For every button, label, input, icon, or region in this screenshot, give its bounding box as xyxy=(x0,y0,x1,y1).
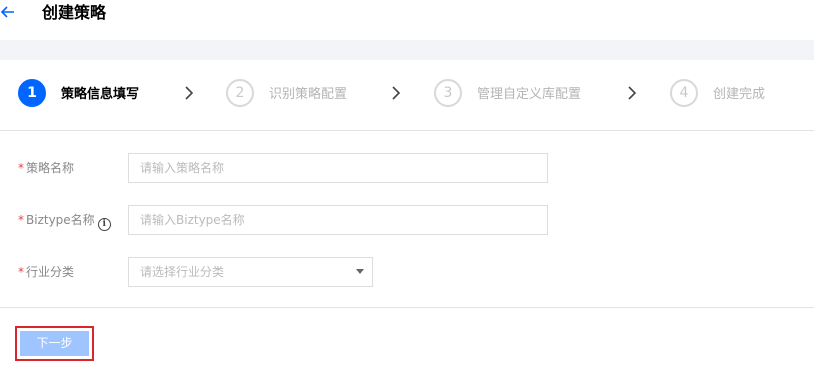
page-title: 创建策略 xyxy=(42,3,107,22)
required-mark: * xyxy=(18,265,24,279)
step-1-number: 1 xyxy=(18,79,46,107)
biztype-name-label: * Biztype名称 i xyxy=(18,212,111,231)
caret-down-icon xyxy=(356,269,364,274)
industry-label: * 行业分类 xyxy=(18,265,75,279)
divider xyxy=(0,130,814,131)
step-2-label: 识别策略配置 xyxy=(269,87,348,102)
step-4-number: 4 xyxy=(670,79,698,107)
header-separator-band xyxy=(0,40,814,60)
strategy-name-label: * 策略名称 xyxy=(18,161,75,175)
step-4-label: 创建完成 xyxy=(713,87,766,102)
industry-select[interactable]: 请选择行业分类 xyxy=(128,257,373,287)
chevron-right-icon xyxy=(185,86,194,100)
step-progress-bar: 1 策略信息填写 2 识别策略配置 3 管理自定义库配置 4 创建完成 xyxy=(0,60,814,130)
chevron-right-icon xyxy=(628,86,637,100)
step-3-number: 3 xyxy=(434,79,462,107)
step-3-label: 管理自定义库配置 xyxy=(477,87,582,102)
biztype-name-input[interactable]: 请输入Biztype名称 xyxy=(128,205,548,235)
info-icon[interactable]: i xyxy=(97,218,111,231)
arrow-left-icon[interactable] xyxy=(0,4,16,20)
required-mark: * xyxy=(18,161,24,175)
divider xyxy=(0,307,814,308)
next-button-highlight: 下一步 xyxy=(15,326,94,361)
industry-select-placeholder: 请选择行业分类 xyxy=(140,265,225,279)
step-1-label: 策略信息填写 xyxy=(61,87,140,102)
next-button[interactable]: 下一步 xyxy=(20,331,89,356)
header: 创建策略 xyxy=(0,0,814,40)
chevron-right-icon xyxy=(392,86,401,100)
required-mark: * xyxy=(18,213,24,227)
strategy-name-input[interactable]: 请输入策略名称 xyxy=(128,153,548,183)
step-2-number: 2 xyxy=(226,79,254,107)
